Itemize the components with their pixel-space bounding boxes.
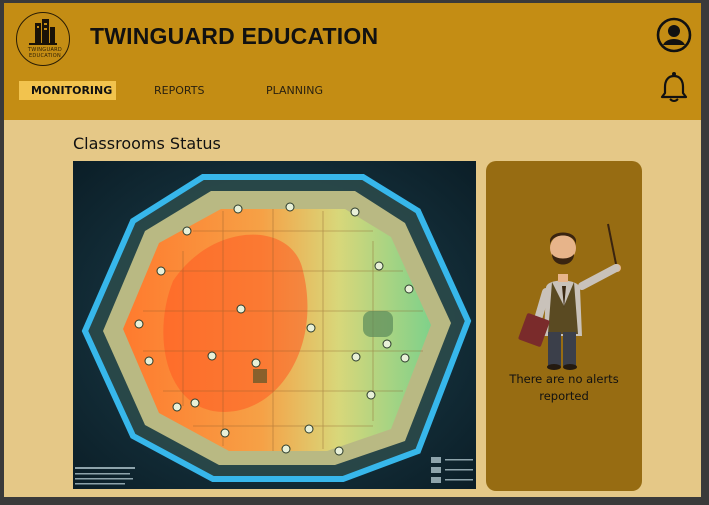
header: TWINGUARD EDUCATION TWINGUARD EDUCATION …: [4, 3, 701, 120]
classrooms-heat-map[interactable]: [73, 161, 476, 489]
heat-map-image: [73, 161, 476, 489]
profile-button[interactable]: [656, 17, 692, 57]
brand-title: TWINGUARD EDUCATION: [90, 23, 379, 49]
nav-tab-planning[interactable]: PLANNING: [266, 81, 323, 100]
nav-tab-monitoring[interactable]: MONITORING: [19, 81, 117, 100]
app-window: TWINGUARD EDUCATION TWINGUARD EDUCATION …: [4, 3, 701, 497]
bell-icon: [660, 72, 688, 102]
section-title: Classrooms Status: [73, 134, 221, 153]
logo[interactable]: TWINGUARD EDUCATION: [16, 12, 70, 66]
user-circle-icon: [656, 17, 692, 53]
no-alerts-message: There are no alerts reported: [509, 372, 619, 403]
nav-tab-reports[interactable]: REPORTS: [154, 81, 204, 100]
logo-text: TWINGUARD EDUCATION: [27, 47, 63, 59]
notifications-button[interactable]: [660, 71, 688, 107]
alerts-panel: There are no alerts reported: [486, 161, 642, 491]
